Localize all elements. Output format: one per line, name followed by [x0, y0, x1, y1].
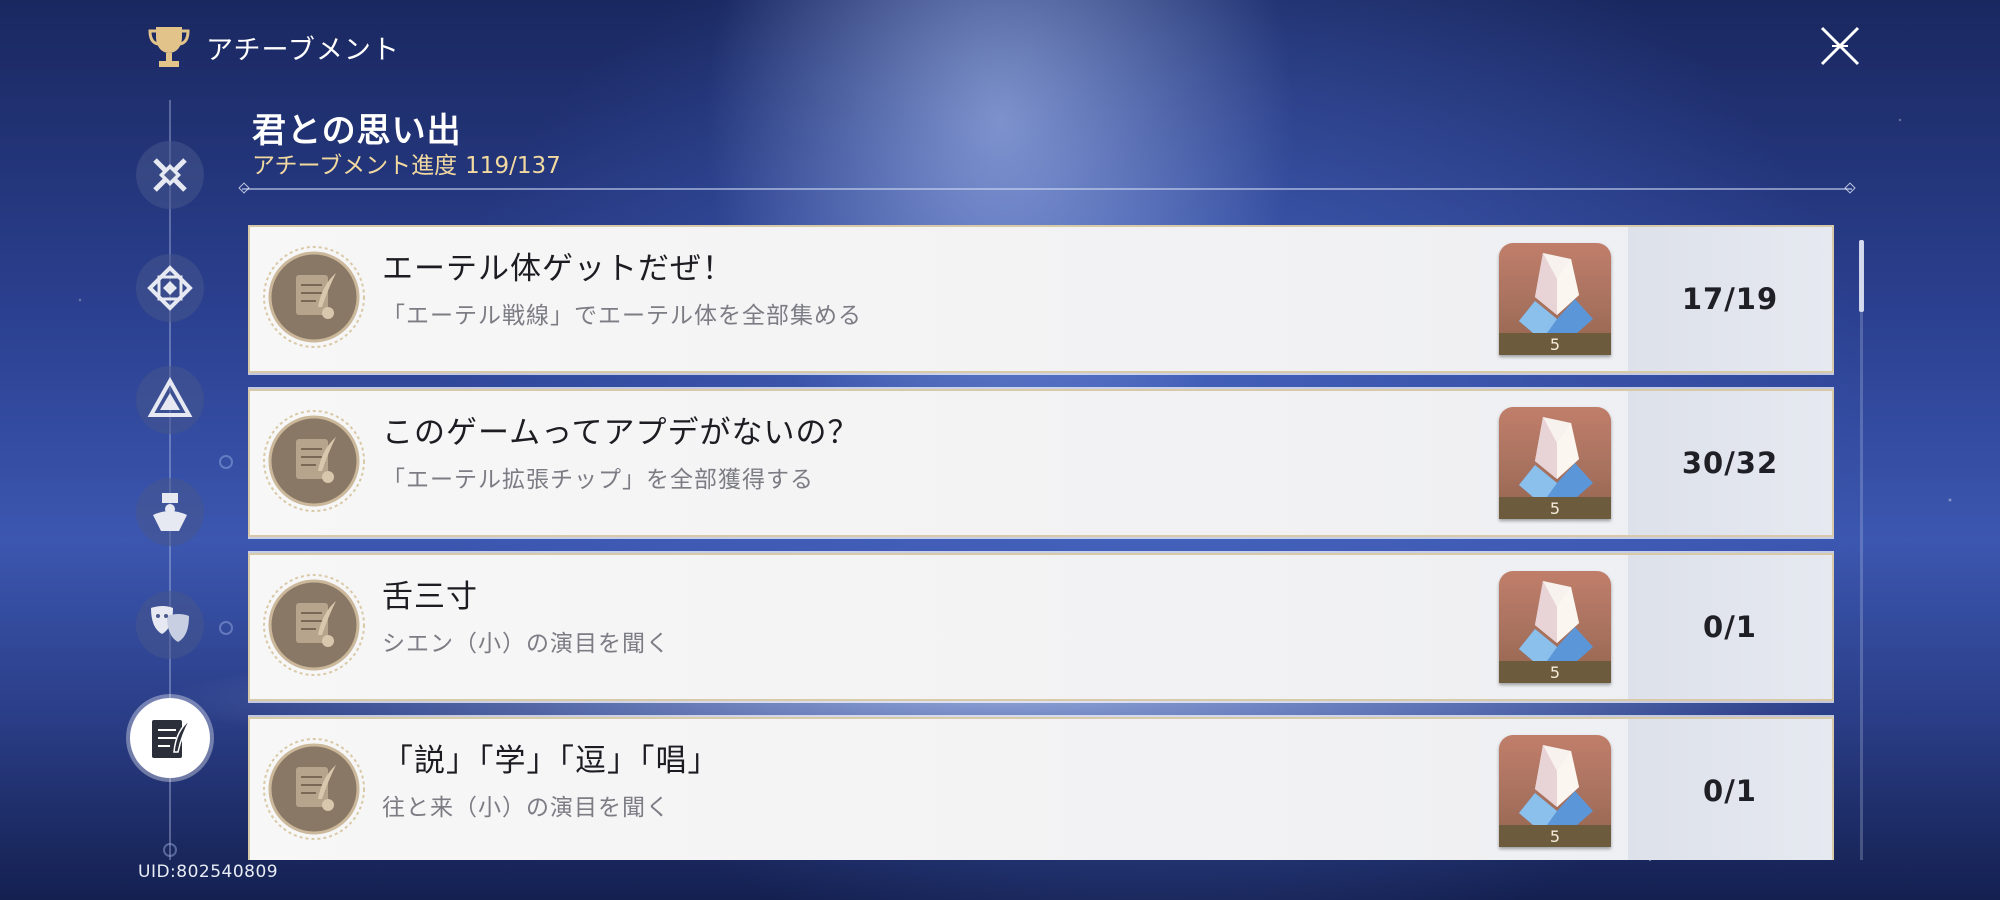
trophy-icon — [148, 27, 190, 67]
reward-quantity: 5 — [1549, 663, 1561, 682]
diamond-emblem-icon — [147, 265, 193, 311]
sidebar-item-category-1[interactable] — [136, 141, 204, 209]
achievement-description: 「エーテル戦線」でエーテル体を全部集める — [382, 303, 862, 329]
crystal-icon — [1519, 253, 1593, 333]
close-icon[interactable] — [1818, 24, 1862, 68]
achievement-count-panel: 0/1 — [1628, 719, 1832, 860]
achievement-card[interactable]: 舌三寸 シエン（小）の演目を聞く 5 0/1 — [248, 553, 1834, 701]
progress-value: 119/137 — [465, 153, 561, 179]
notebook-badge-icon — [263, 410, 365, 512]
achievement-card[interactable]: 「説」「学」「逗」「唱」 往と来（小）の演目を聞く 5 0/1 — [248, 717, 1834, 860]
rail-dot — [163, 843, 177, 857]
triangle-emblem-icon — [147, 377, 193, 417]
sidebar-item-category-6[interactable] — [130, 698, 210, 778]
sidebar-item-category-4[interactable] — [136, 478, 204, 546]
achievement-count: 0/1 — [1703, 610, 1757, 644]
achievement-count-panel: 30/32 — [1628, 391, 1832, 535]
achievement-title: 「説」「学」「逗」「唱」 — [382, 743, 720, 779]
sidebar-item-category-2[interactable] — [136, 254, 204, 322]
achievement-count: 17/19 — [1681, 282, 1779, 316]
notebook-badge-icon — [263, 246, 365, 348]
achievement-count-panel: 0/1 — [1628, 555, 1832, 699]
sidebar-item-category-3[interactable] — [136, 366, 204, 434]
achievement-count: 0/1 — [1703, 774, 1757, 808]
reward-quantity: 5 — [1549, 827, 1561, 846]
crystal-icon — [1519, 581, 1593, 661]
crossed-swords-icon — [153, 158, 187, 192]
reward-item[interactable]: 5 — [1499, 243, 1611, 355]
notebook-quill-icon — [152, 719, 191, 758]
figure-emblem-icon — [153, 493, 187, 531]
achievement-description: シエン（小）の演目を聞く — [382, 631, 670, 657]
user-id: UID:802540809 — [138, 862, 279, 882]
reward-item[interactable]: 5 — [1499, 571, 1611, 683]
achievement-description: 往と来（小）の演目を聞く — [382, 795, 670, 821]
notebook-badge-icon — [263, 738, 365, 840]
achievement-card[interactable]: このゲームってアプデがないの？ 「エーテル拡張チップ」を全部獲得する 5 30/… — [248, 389, 1834, 537]
header: アチーブメント — [148, 22, 400, 72]
scrollbar-thumb[interactable] — [1859, 240, 1864, 312]
crystal-icon — [1519, 745, 1593, 825]
reward-quantity: 5 — [1549, 335, 1561, 354]
theater-masks-icon — [151, 606, 189, 642]
achievement-count: 30/32 — [1681, 446, 1779, 480]
progress-label: アチーブメント進度 — [252, 153, 458, 179]
sidebar-item-category-5[interactable] — [136, 591, 204, 659]
reward-item[interactable]: 5 — [1499, 735, 1611, 847]
section-title: 君との思い出 — [252, 111, 462, 151]
section-divider — [242, 188, 1852, 190]
page-title: アチーブメント — [206, 34, 400, 66]
achievement-progress: アチーブメント進度 119/137 — [252, 146, 561, 180]
achievement-list[interactable]: エーテル体ゲットだぜ！ 「エーテル戦線」でエーテル体を全部集める 5 17/19 — [248, 225, 1834, 860]
achievement-card[interactable]: エーテル体ゲットだぜ！ 「エーテル戦線」でエーテル体を全部集める 5 17/19 — [248, 225, 1834, 373]
notebook-badge-icon — [263, 574, 365, 676]
achievement-title: このゲームってアプデがないの？ — [382, 415, 860, 451]
achievement-description: 「エーテル拡張チップ」を全部獲得する — [382, 467, 814, 493]
crystal-icon — [1519, 417, 1593, 497]
rail-dot — [219, 621, 233, 635]
reward-item[interactable]: 5 — [1499, 407, 1611, 519]
scrollbar-track — [1860, 240, 1863, 860]
reward-quantity: 5 — [1549, 499, 1561, 518]
achievement-title: エーテル体ゲットだぜ！ — [382, 251, 734, 287]
rail-dot — [219, 455, 233, 469]
achievement-title: 舌三寸 — [382, 579, 478, 615]
achievement-count-panel: 17/19 — [1628, 227, 1832, 371]
